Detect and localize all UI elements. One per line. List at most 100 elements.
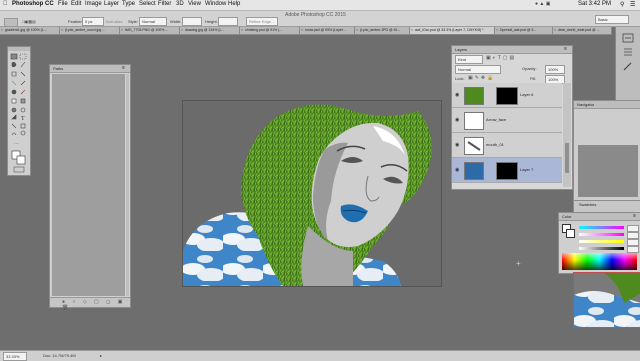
blend-mode-select[interactable]: Normal: [455, 65, 501, 74]
scrollbar-thumb[interactable]: [565, 143, 569, 173]
search-icon[interactable]: ⚲: [620, 1, 624, 8]
brush-icon[interactable]: [622, 61, 634, 71]
marquee-tool-icon[interactable]: [19, 53, 27, 60]
layers-panel-title[interactable]: Layers: [455, 47, 467, 52]
panel-menu-icon[interactable]: ≡: [564, 46, 567, 52]
yellow-value[interactable]: [627, 239, 639, 246]
properties-icon[interactable]: [622, 47, 634, 57]
tab-document[interactable]: × (Lyric_ambre_nouvl.jpg ...: [60, 27, 120, 34]
pen-tool-icon[interactable]: [11, 114, 17, 120]
close-icon[interactable]: ×: [496, 27, 498, 34]
width-input[interactable]: [182, 17, 202, 26]
workspace-select[interactable]: Basic: [595, 15, 629, 24]
layer-row[interactable]: ◉ mouth_01: [452, 133, 562, 158]
black-value[interactable]: [627, 246, 639, 253]
tab-document-active[interactable]: × awl_lOcc.psd @ 33.3% (Layer 7, CMYK/8) …: [410, 27, 495, 34]
refine-edge-button[interactable]: Refine Edge...: [246, 17, 278, 26]
close-icon[interactable]: ×: [61, 27, 63, 34]
marquee-preset-icon[interactable]: [4, 18, 18, 27]
close-icon[interactable]: ×: [411, 27, 413, 34]
cyan-slider[interactable]: [579, 226, 624, 229]
visibility-eye-icon[interactable]: ◉: [455, 117, 459, 123]
move-tool-icon[interactable]: [10, 53, 18, 60]
close-icon[interactable]: ×: [356, 27, 358, 34]
swatches-title[interactable]: Swatches: [579, 202, 596, 207]
menu-image[interactable]: Image: [85, 1, 102, 7]
antialias-checkbox[interactable]: Anti-alias: [106, 19, 122, 24]
panel-menu-icon[interactable]: ≡: [633, 213, 636, 219]
magenta-value[interactable]: [627, 232, 639, 239]
menu-help[interactable]: Help: [228, 1, 240, 7]
tab-document[interactable]: × drawing.jpg @ 134% (L...: [180, 27, 240, 34]
layer-row[interactable]: ◉ Layer 6: [452, 83, 562, 108]
crop-tool-icon[interactable]: [11, 71, 17, 77]
eyedropper-tool-icon[interactable]: [20, 71, 26, 77]
menu-select[interactable]: Select: [139, 1, 156, 7]
magenta-slider[interactable]: [579, 233, 624, 236]
layer-mask-thumbnail[interactable]: [496, 87, 518, 105]
menu-type[interactable]: Type: [122, 1, 135, 7]
more-tools-icon[interactable]: ···: [14, 141, 19, 147]
dodge-tool-icon[interactable]: [20, 107, 26, 113]
apple-icon[interactable]: : [3, 1, 8, 7]
tab-document[interactable]: × gradient1.jpg @ 100% (L...: [0, 27, 60, 34]
close-icon[interactable]: ×: [301, 27, 303, 34]
menu-edit[interactable]: Edit: [71, 1, 81, 7]
layer-mask-thumbnail[interactable]: [496, 162, 518, 180]
path-select-icon[interactable]: [11, 123, 17, 129]
clone-stamp-icon[interactable]: [11, 89, 17, 95]
tab-document[interactable]: × christing.psd @ 91% (...: [240, 27, 300, 34]
tab-document[interactable]: × Dpresdl_awl.psd @ 3...: [495, 27, 553, 34]
close-icon[interactable]: ×: [121, 27, 123, 34]
color-panel-title[interactable]: Color: [562, 214, 572, 219]
panel-menu-icon[interactable]: ≡: [122, 65, 125, 71]
path-action-icons[interactable]: ● ○ ◇ ▢ ◻ ▣ 🗑: [62, 299, 130, 311]
layer-row[interactable]: ◉ Arrow_face: [452, 108, 562, 133]
brush-tool-icon[interactable]: [20, 80, 26, 86]
style-select[interactable]: Normal: [139, 17, 167, 26]
zoom-tool-icon[interactable]: [20, 130, 26, 136]
navigator-title[interactable]: Navigator: [577, 102, 594, 107]
navigator-preview[interactable]: [578, 145, 638, 197]
close-icon[interactable]: ×: [241, 27, 243, 34]
menu-list-icon[interactable]: ☰: [630, 1, 635, 8]
menu-layer[interactable]: Layer: [104, 1, 119, 7]
feather-input[interactable]: 0 px: [82, 17, 104, 26]
close-icon[interactable]: ×: [181, 27, 183, 34]
history-brush-icon[interactable]: [20, 89, 26, 95]
yellow-slider[interactable]: [579, 240, 624, 243]
tab-document[interactable]: × dear_world_wide.psd @ ...: [553, 27, 612, 34]
hand-tool-icon[interactable]: [11, 132, 17, 136]
menu-3d[interactable]: 3D: [176, 1, 184, 7]
tab-document[interactable]: × IMG_7703.PNG @ 100% ...: [120, 27, 180, 34]
blur-tool-icon[interactable]: [11, 107, 17, 113]
close-icon[interactable]: ×: [1, 27, 3, 34]
gradient-tool-icon[interactable]: [20, 98, 26, 104]
eraser-tool-icon[interactable]: [11, 98, 17, 104]
paths-panel-title[interactable]: Paths: [53, 66, 63, 71]
status-arrow-icon[interactable]: ▸: [100, 353, 102, 358]
menu-window[interactable]: Window: [205, 1, 226, 7]
tab-document[interactable]: × snow.psd @ 93% (Layer...: [300, 27, 355, 34]
opacity-input[interactable]: 100%: [545, 65, 565, 74]
cyan-value[interactable]: [627, 225, 639, 232]
filter-icons[interactable]: ▣◐T▢▤: [486, 55, 516, 61]
tab-document[interactable]: × (Lyric_ambre.JPG @ 61...: [355, 27, 410, 34]
shape-tool-icon[interactable]: [20, 123, 26, 129]
document-canvas[interactable]: [182, 100, 442, 287]
lasso-tool-icon[interactable]: [11, 62, 17, 68]
scrollbar[interactable]: [126, 74, 129, 296]
history-icon[interactable]: [622, 33, 634, 43]
visibility-eye-icon[interactable]: ◉: [455, 92, 459, 98]
document-info[interactable]: Doc: 14.7M/79.4M: [43, 353, 76, 358]
black-slider[interactable]: [579, 247, 624, 250]
quick-select-tool-icon[interactable]: [20, 61, 26, 68]
selection-mode-icons[interactable]: □▣▩▤: [22, 19, 36, 24]
height-input[interactable]: [218, 17, 238, 26]
menu-file[interactable]: File: [58, 1, 68, 7]
color-spectrum[interactable]: [562, 253, 637, 270]
menu-view[interactable]: View: [188, 1, 201, 7]
menu-filter[interactable]: Filter: [158, 1, 171, 7]
layer-row-selected[interactable]: ◉ Layer 7: [452, 158, 562, 183]
visibility-eye-icon[interactable]: ◉: [455, 167, 459, 173]
